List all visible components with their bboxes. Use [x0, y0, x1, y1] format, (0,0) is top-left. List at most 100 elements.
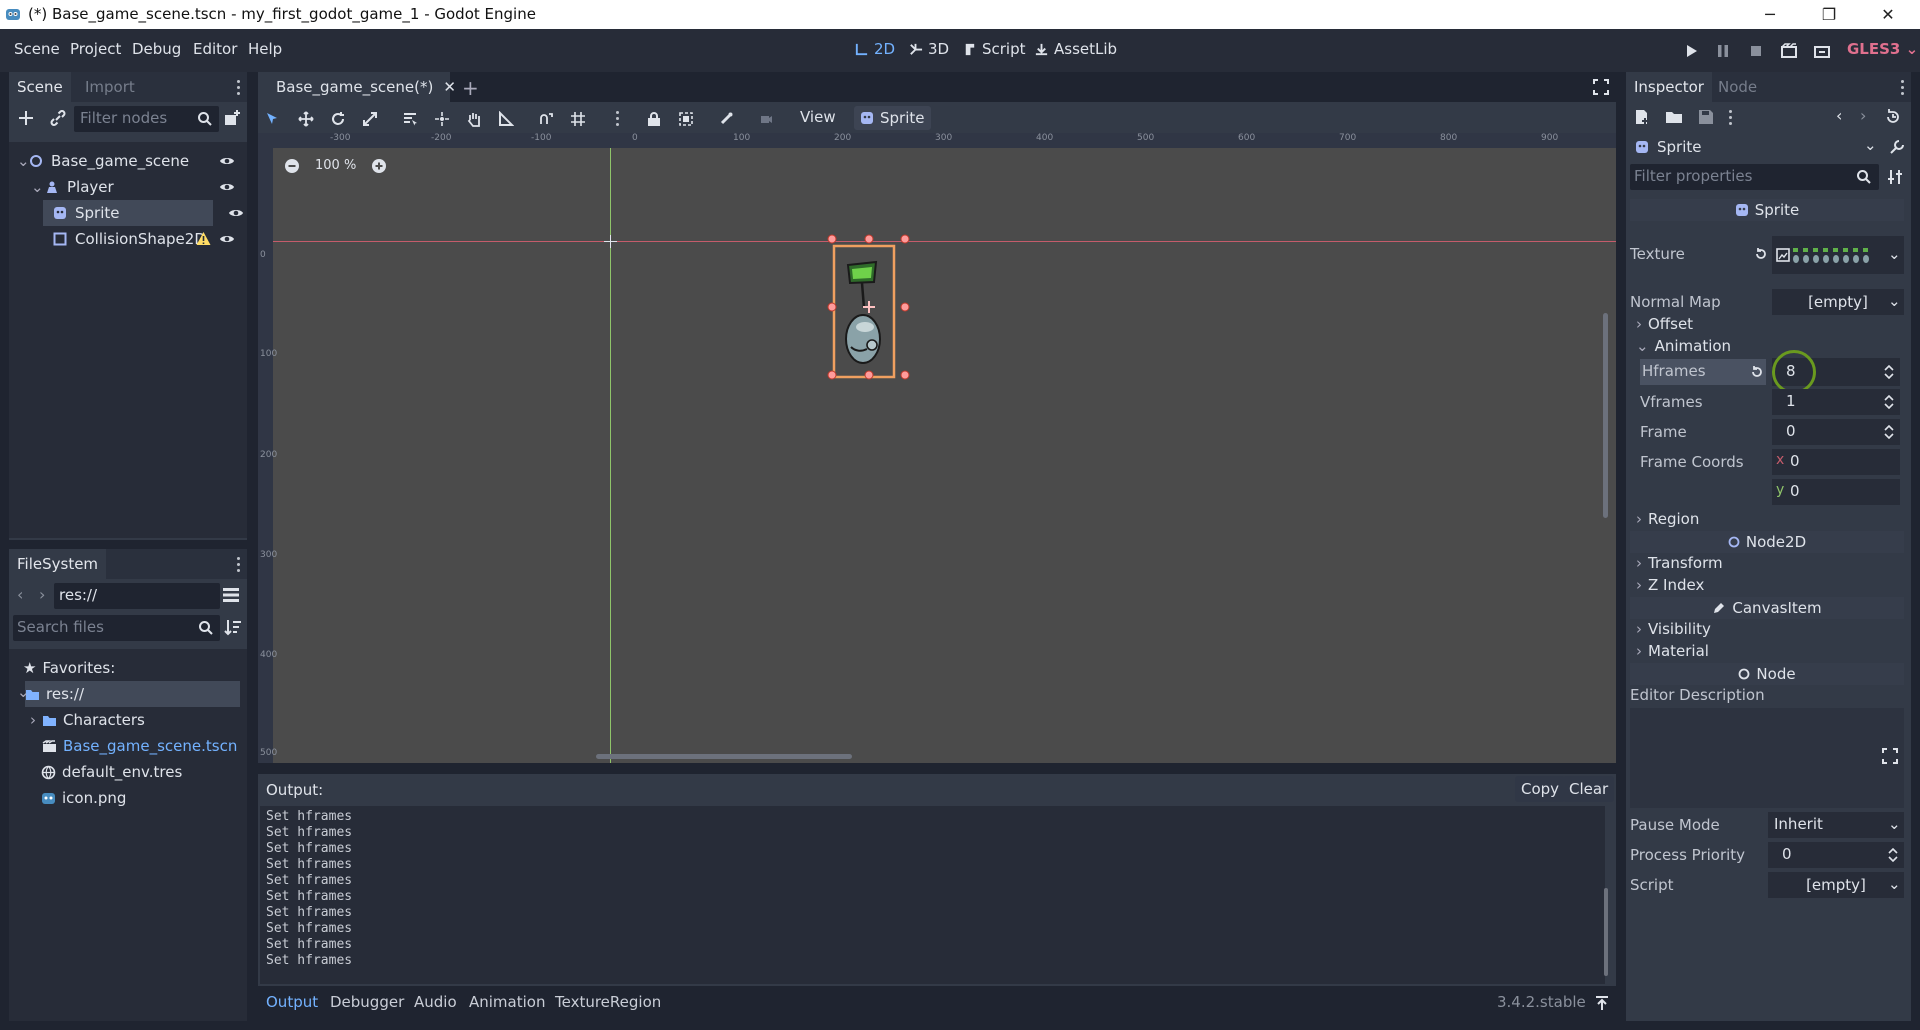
revert-icon[interactable] — [1750, 365, 1764, 379]
file-item-base-game-scene[interactable]: Base_game_scene.tscn — [9, 733, 247, 759]
frame-spinbox[interactable]: 0 — [1772, 419, 1900, 445]
tree-item-player[interactable]: ⌄ Player — [9, 174, 247, 200]
workspace-assetlib-button[interactable]: AssetLib — [1034, 40, 1117, 58]
visibility-eye-icon[interactable] — [228, 207, 244, 219]
scale-tool-icon[interactable] — [360, 109, 380, 129]
zoom-in-icon[interactable] — [371, 158, 387, 174]
inspector-menu-icon[interactable] — [1896, 77, 1908, 97]
clear-button[interactable]: Clear — [1563, 776, 1615, 802]
bone-icon[interactable] — [716, 109, 736, 129]
close-window-button[interactable]: ✕ — [1859, 0, 1917, 29]
select-tool-icon[interactable] — [262, 109, 282, 129]
file-item-default-env[interactable]: default_env.tres — [9, 759, 247, 785]
new-resource-icon[interactable] — [1633, 108, 1651, 126]
snap-options-icon[interactable] — [611, 108, 623, 128]
workspace-script-button[interactable]: Script — [962, 40, 1026, 58]
expand-panel-icon[interactable] — [1594, 995, 1610, 1011]
bottom-tab-animation[interactable]: Animation — [469, 993, 545, 1011]
instance-scene-icon[interactable] — [222, 108, 242, 128]
workspace-3d-button[interactable]: 3D — [908, 40, 949, 58]
tree-item-sprite[interactable]: Sprite — [43, 200, 213, 226]
close-tab-icon[interactable]: ✕ — [443, 78, 456, 96]
minimize-button[interactable]: ─ — [1741, 0, 1799, 29]
bottom-tab-textureregion[interactable]: TextureRegion — [555, 993, 661, 1011]
group-zindex[interactable]: › Z Index — [1636, 576, 1704, 594]
object-selector[interactable]: Sprite ⌄ — [1630, 134, 1887, 160]
selected-sprite[interactable] — [831, 243, 897, 380]
bottom-tab-output[interactable]: Output — [266, 993, 318, 1011]
history-icon[interactable] — [1884, 108, 1902, 126]
visibility-eye-icon[interactable] — [219, 181, 235, 193]
restore-button[interactable]: ❐ — [1800, 0, 1858, 29]
pivot-tool-icon[interactable] — [432, 109, 452, 129]
move-tool-icon[interactable] — [296, 109, 316, 129]
output-scrollbar[interactable] — [1604, 888, 1608, 976]
rotate-tool-icon[interactable] — [328, 109, 348, 129]
bottom-tab-audio[interactable]: Audio — [414, 993, 457, 1011]
tab-inspector[interactable]: Inspector — [1626, 72, 1712, 102]
tab-scene[interactable]: Scene — [9, 72, 71, 102]
group-material[interactable]: › Material — [1636, 642, 1709, 660]
load-resource-icon[interactable] — [1665, 108, 1683, 126]
path-field[interactable]: res:// — [54, 583, 220, 609]
zoom-out-icon[interactable] — [284, 158, 300, 174]
visibility-eye-icon[interactable] — [219, 233, 235, 245]
zoom-level[interactable]: 100 % — [315, 158, 356, 173]
script-picker[interactable]: [empty] ⌄ — [1768, 872, 1904, 898]
object-properties-icon[interactable] — [1888, 138, 1906, 156]
grid-snap-icon[interactable] — [568, 109, 588, 129]
forward-icon[interactable]: › — [39, 585, 45, 604]
visibility-eye-icon[interactable] — [219, 155, 235, 167]
history-forward-icon[interactable]: › — [1860, 106, 1866, 125]
spin-arrows-icon[interactable] — [1888, 848, 1898, 862]
new-scene-tab-icon[interactable]: + — [462, 76, 479, 100]
stop-icon[interactable] — [1746, 41, 1766, 61]
normal-map-picker[interactable]: [empty] ⌄ — [1772, 289, 1904, 315]
expand-editor-icon[interactable] — [1882, 748, 1898, 764]
workspace-2d-button[interactable]: 2D — [854, 40, 895, 58]
sprite-menu-button[interactable]: Sprite — [854, 106, 931, 130]
spin-arrows-icon[interactable] — [1884, 395, 1894, 409]
smart-snap-icon[interactable] — [536, 109, 556, 129]
pause-mode-select[interactable]: Inherit ⌄ — [1768, 812, 1904, 838]
link-icon[interactable] — [48, 108, 68, 128]
ruler-tool-icon[interactable] — [496, 109, 516, 129]
output-log[interactable]: Set hframes Set hframes Set hframes Set … — [260, 806, 1608, 984]
bottom-tab-debugger[interactable]: Debugger — [330, 993, 404, 1011]
menu-debug[interactable]: Debug — [132, 40, 181, 58]
vframes-spinbox[interactable]: 1 — [1772, 389, 1900, 415]
filesystem-menu-icon[interactable] — [232, 554, 244, 574]
menu-project[interactable]: Project — [70, 40, 121, 58]
renderer-selector[interactable]: GLES3 ⌄ — [1847, 40, 1918, 58]
texture-preview[interactable]: ⌄ — [1772, 236, 1904, 274]
file-item-res[interactable]: res:// — [25, 681, 240, 707]
tab-node[interactable]: Node — [1710, 72, 1765, 102]
frame-coords-y-field[interactable]: y 0 — [1772, 479, 1900, 505]
menu-help[interactable]: Help — [248, 40, 282, 58]
scene-tab-base-game-scene[interactable]: Base_game_scene(*) ✕ — [258, 72, 456, 102]
play-scene-icon[interactable] — [1779, 41, 1799, 61]
group-visibility[interactable]: › Visibility — [1636, 620, 1711, 638]
pan-tool-icon[interactable] — [464, 109, 484, 129]
spin-arrows-icon[interactable] — [1884, 425, 1894, 439]
split-mode-icon[interactable] — [222, 586, 240, 604]
tab-import[interactable]: Import — [77, 72, 143, 102]
menu-editor[interactable]: Editor — [193, 40, 237, 58]
file-item-characters[interactable]: › Characters — [9, 707, 247, 733]
pause-icon[interactable] — [1713, 41, 1733, 61]
file-item-icon-png[interactable]: icon.png — [9, 785, 247, 811]
group-region[interactable]: › Region — [1636, 510, 1699, 528]
filter-nodes-input[interactable]: Filter nodes — [74, 106, 219, 132]
tree-item-collisionshape2d[interactable]: CollisionShape2D — [9, 226, 247, 252]
distraction-free-icon[interactable] — [1592, 78, 1610, 96]
group-transform[interactable]: › Transform — [1636, 554, 1723, 572]
frame-coords-x-field[interactable]: x 0 — [1772, 449, 1900, 475]
camera-override-icon[interactable] — [756, 109, 776, 129]
group-icon[interactable] — [676, 109, 696, 129]
process-priority-spinbox[interactable]: 0 — [1768, 842, 1904, 868]
vertical-scrollbar[interactable] — [1603, 313, 1608, 518]
warning-icon[interactable] — [196, 231, 211, 246]
tree-item-base-game-scene[interactable]: ⌄ Base_game_scene — [9, 148, 247, 174]
tab-filesystem[interactable]: FileSystem — [9, 549, 107, 579]
back-icon[interactable]: ‹ — [17, 585, 23, 604]
